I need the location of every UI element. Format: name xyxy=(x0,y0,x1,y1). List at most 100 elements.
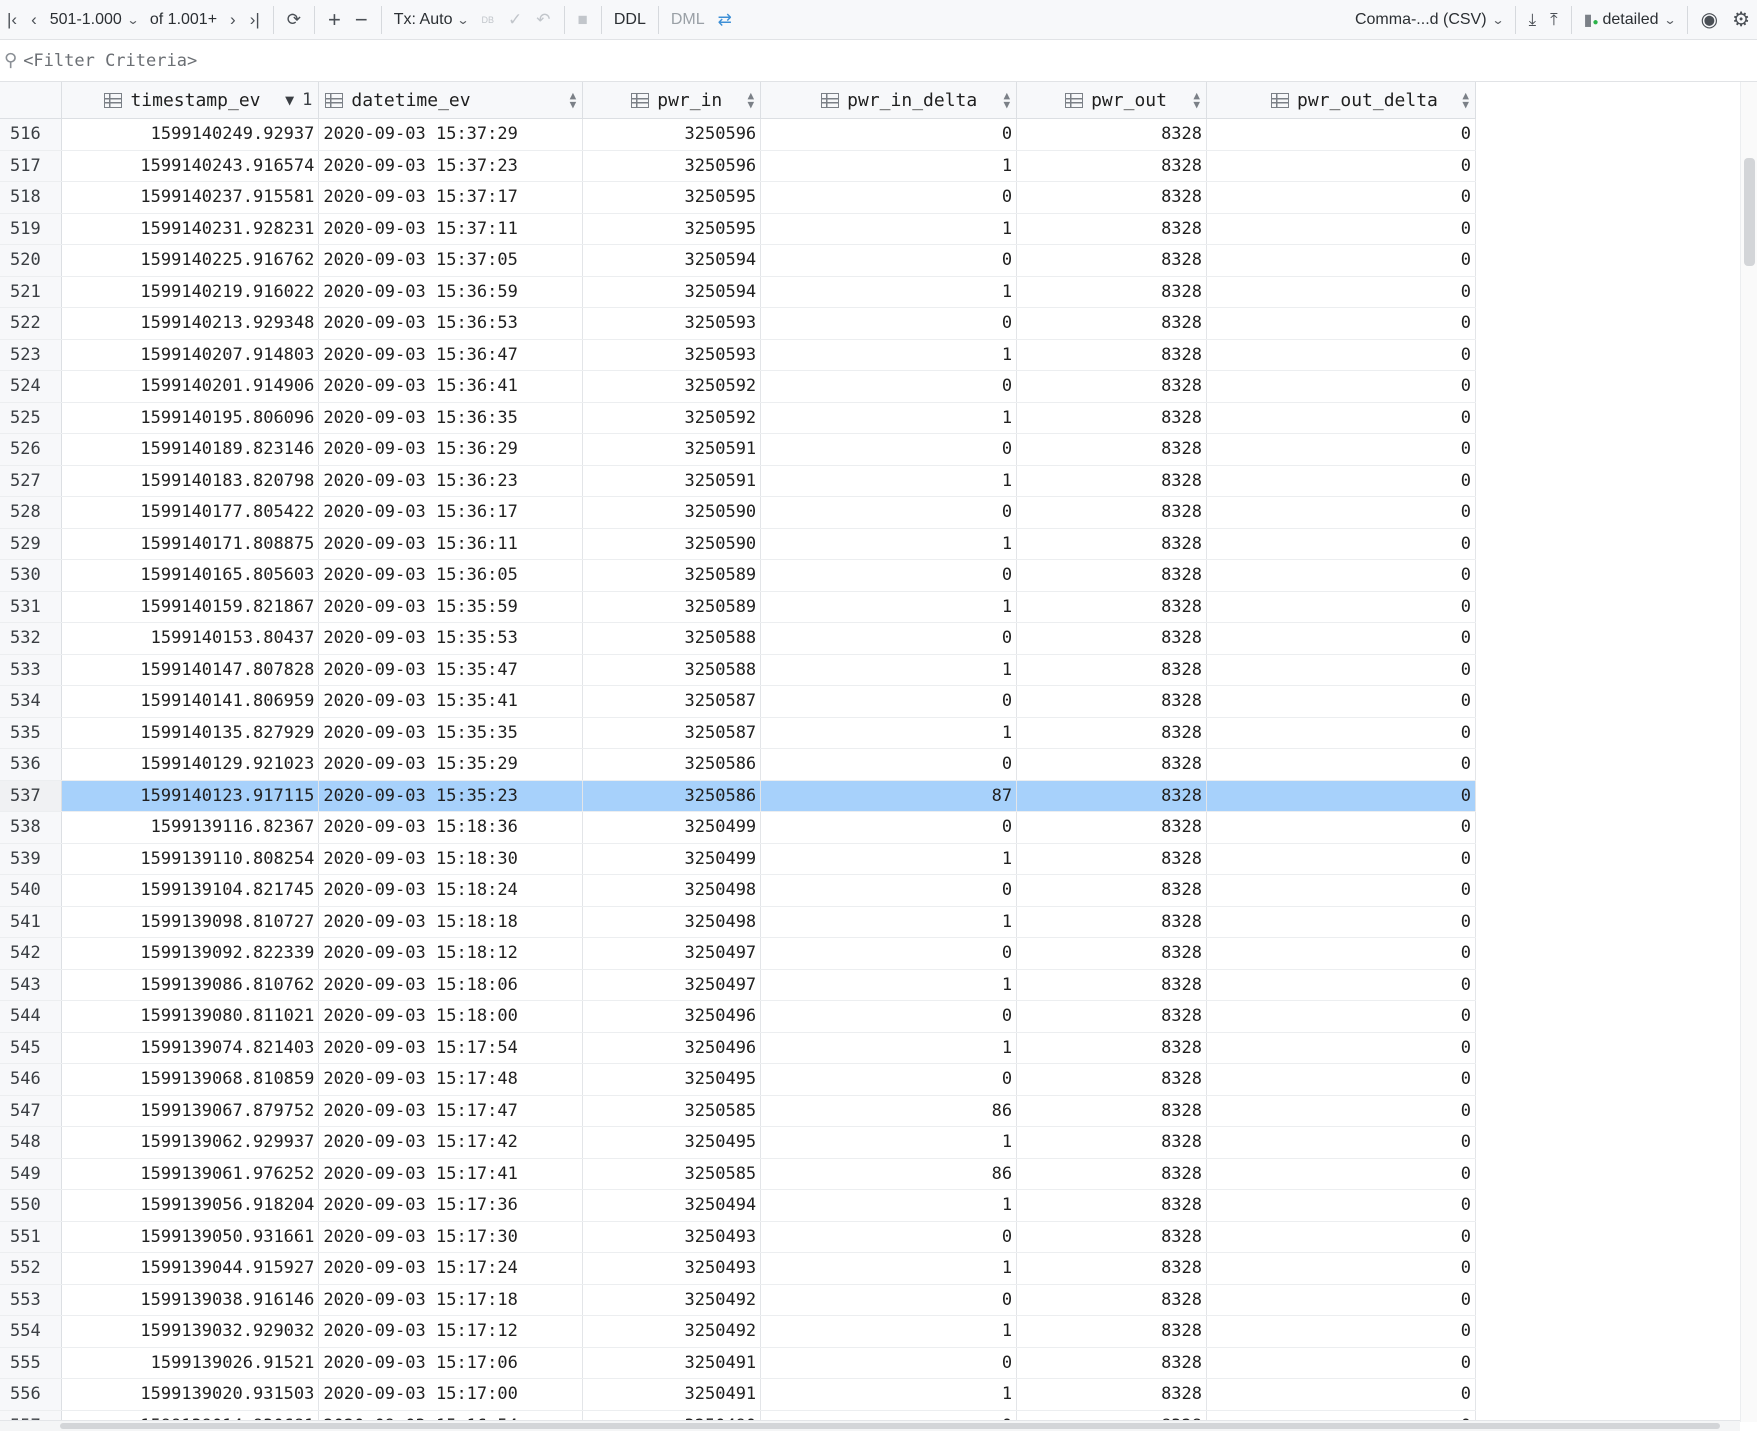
pwr-out-delta-cell[interactable]: 0 xyxy=(1206,1032,1476,1064)
pwr-out-cell[interactable]: 8328 xyxy=(1016,1378,1208,1411)
timestamp-ev-cell[interactable]: 1599139056.918204 xyxy=(61,1189,320,1222)
pwr-in-delta-cell[interactable]: 1 xyxy=(760,213,1018,245)
pwr-in-cell[interactable]: 3250591 xyxy=(582,465,762,497)
pwr-out-cell[interactable]: 8328 xyxy=(1016,906,1208,938)
timestamp-ev-cell[interactable]: 1599140141.806959 xyxy=(61,685,320,718)
pwr-in-delta-cell[interactable]: 0 xyxy=(760,748,1018,781)
pwr-in-cell[interactable]: 3250492 xyxy=(582,1284,762,1316)
pwr-in-delta-cell[interactable]: 0 xyxy=(760,181,1018,214)
pwr-out-cell[interactable]: 8328 xyxy=(1016,1126,1208,1159)
datetime-ev-cell[interactable]: 2020-09-03 15:35:47 xyxy=(318,654,584,686)
pwr-out-cell[interactable]: 8328 xyxy=(1016,402,1208,434)
pwr-out-cell[interactable]: 8328 xyxy=(1016,1158,1208,1190)
pwr-in-cell[interactable]: 3250588 xyxy=(582,654,762,686)
filter-input[interactable]: <Filter Criteria> xyxy=(23,51,197,71)
pwr-out-delta-cell[interactable]: 0 xyxy=(1206,213,1476,245)
pwr-in-cell[interactable]: 3250590 xyxy=(582,496,762,529)
db-submit-icon[interactable]: DB xyxy=(475,0,502,40)
pwr-in-cell[interactable]: 3250596 xyxy=(582,118,762,151)
pwr-in-cell[interactable]: 3250497 xyxy=(582,969,762,1001)
pwr-in-cell[interactable]: 3250593 xyxy=(582,307,762,340)
table-row[interactable]: 530 1599140165.805603 2020-09-03 15:36:05 3… xyxy=(0,559,1476,592)
pwr-out-cell[interactable]: 8328 xyxy=(1016,1284,1208,1316)
datetime-ev-cell[interactable]: 2020-09-03 15:35:29 xyxy=(318,748,584,781)
pwr-in-delta-cell[interactable]: 1 xyxy=(760,1189,1018,1222)
sort-toggle-icon[interactable]: ▲ ▼ xyxy=(1003,90,1010,110)
datetime-ev-cell[interactable]: 2020-09-03 15:18:06 xyxy=(318,969,584,1001)
pwr-out-delta-cell[interactable]: 0 xyxy=(1206,1378,1476,1411)
pwr-in-cell[interactable]: 3250585 xyxy=(582,1158,762,1190)
pwr-out-delta-cell[interactable]: 0 xyxy=(1206,276,1476,308)
table-row[interactable]: 526 1599140189.823146 2020-09-03 15:36:29 3… xyxy=(0,433,1476,466)
pwr-in-delta-cell[interactable]: 0 xyxy=(760,811,1018,844)
pwr-out-delta-cell[interactable]: 0 xyxy=(1206,843,1476,875)
timestamp-ev-cell[interactable]: 1599139020.931503 xyxy=(61,1378,320,1411)
pwr-out-delta-cell[interactable]: 0 xyxy=(1206,496,1476,529)
pwr-in-cell[interactable]: 3250492 xyxy=(582,1315,762,1348)
pwr-in-delta-cell[interactable]: 0 xyxy=(760,1347,1018,1379)
datetime-ev-cell[interactable]: 2020-09-03 15:36:29 xyxy=(318,433,584,466)
pwr-in-cell[interactable]: 3250589 xyxy=(582,591,762,623)
timestamp-ev-cell[interactable]: 1599140249.92937 xyxy=(61,118,320,151)
timestamp-ev-cell[interactable]: 1599140243.916574 xyxy=(61,150,320,182)
pwr-out-cell[interactable]: 8328 xyxy=(1016,1252,1208,1285)
datetime-ev-cell[interactable]: 2020-09-03 15:17:41 xyxy=(318,1158,584,1190)
pwr-in-delta-cell[interactable]: 1 xyxy=(760,654,1018,686)
pwr-out-cell[interactable]: 8328 xyxy=(1016,811,1208,844)
pwr-in-cell[interactable]: 3250498 xyxy=(582,906,762,938)
pwr-in-delta-cell[interactable]: 1 xyxy=(760,276,1018,308)
datetime-ev-cell[interactable]: 2020-09-03 15:36:17 xyxy=(318,496,584,529)
pwr-out-cell[interactable]: 8328 xyxy=(1016,1189,1208,1222)
table-row[interactable]: 551 1599139050.931661 2020-09-03 15:17:30 3… xyxy=(0,1221,1476,1253)
sort-toggle-icon[interactable]: ▲ ▼ xyxy=(1193,90,1200,110)
pwr-in-cell[interactable]: 3250594 xyxy=(582,276,762,308)
first-page-icon[interactable]: |‹ xyxy=(0,0,24,40)
pwr-out-delta-cell[interactable]: 0 xyxy=(1206,1126,1476,1159)
timestamp-ev-cell[interactable]: 1599139080.811021 xyxy=(61,1000,320,1033)
pwr-in-delta-cell[interactable]: 1 xyxy=(760,1032,1018,1064)
download-icon[interactable]: ⤓ xyxy=(1522,0,1544,40)
table-row[interactable]: 523 1599140207.914803 2020-09-03 15:36:47 3… xyxy=(0,339,1476,371)
pwr-in-cell[interactable]: 3250587 xyxy=(582,717,762,749)
datetime-ev-cell[interactable]: 2020-09-03 15:17:48 xyxy=(318,1063,584,1096)
pwr-out-cell[interactable]: 8328 xyxy=(1016,748,1208,781)
pwr-out-delta-cell[interactable]: 0 xyxy=(1206,906,1476,938)
table-row[interactable]: 536 1599140129.921023 2020-09-03 15:35:29 3… xyxy=(0,748,1476,781)
datetime-ev-cell[interactable]: 2020-09-03 15:36:47 xyxy=(318,339,584,371)
pwr-in-cell[interactable]: 3250494 xyxy=(582,1189,762,1222)
datetime-ev-cell[interactable]: 2020-09-03 15:36:23 xyxy=(318,465,584,497)
table-row[interactable]: 520 1599140225.916762 2020-09-03 15:37:05 3… xyxy=(0,244,1476,277)
pwr-in-cell[interactable]: 3250593 xyxy=(582,339,762,371)
pwr-in-cell[interactable]: 3250493 xyxy=(582,1221,762,1253)
last-page-icon[interactable]: ›| xyxy=(243,0,267,40)
pwr-in-delta-cell[interactable]: 0 xyxy=(760,118,1018,151)
datetime-ev-cell[interactable]: 2020-09-03 15:17:18 xyxy=(318,1284,584,1316)
timestamp-ev-cell[interactable]: 1599139050.931661 xyxy=(61,1221,320,1253)
table-row[interactable]: 550 1599139056.918204 2020-09-03 15:17:36 3… xyxy=(0,1189,1476,1222)
pwr-in-delta-cell[interactable]: 0 xyxy=(760,433,1018,466)
pwr-in-cell[interactable]: 3250495 xyxy=(582,1126,762,1159)
pwr-in-cell[interactable]: 3250491 xyxy=(582,1378,762,1411)
timestamp-ev-cell[interactable]: 1599139032.929032 xyxy=(61,1315,320,1348)
pwr-in-delta-cell[interactable]: 1 xyxy=(760,969,1018,1001)
pwr-out-delta-cell[interactable]: 0 xyxy=(1206,433,1476,466)
pwr-out-cell[interactable]: 8328 xyxy=(1016,244,1208,277)
datetime-ev-cell[interactable]: 2020-09-03 15:35:53 xyxy=(318,622,584,655)
pwr-in-cell[interactable]: 3250495 xyxy=(582,1063,762,1096)
pwr-out-delta-cell[interactable]: 0 xyxy=(1206,150,1476,182)
pwr-in-delta-cell[interactable]: 1 xyxy=(760,528,1018,560)
pwr-out-delta-cell[interactable]: 0 xyxy=(1206,1158,1476,1190)
table-row[interactable]: 540 1599139104.821745 2020-09-03 15:18:24 3… xyxy=(0,874,1476,907)
timestamp-ev-cell[interactable]: 1599139068.810859 xyxy=(61,1063,320,1096)
table-row[interactable]: 527 1599140183.820798 2020-09-03 15:36:23 3… xyxy=(0,465,1476,497)
pwr-out-cell[interactable]: 8328 xyxy=(1016,528,1208,560)
pwr-out-delta-cell[interactable]: 0 xyxy=(1206,402,1476,434)
page-range-dropdown[interactable]: 501-1.000 ⌄ xyxy=(44,0,144,40)
pwr-out-delta-cell[interactable]: 0 xyxy=(1206,969,1476,1001)
table-row[interactable]: 553 1599139038.916146 2020-09-03 15:17:18 3… xyxy=(0,1284,1476,1316)
pwr-out-cell[interactable]: 8328 xyxy=(1016,118,1208,151)
datetime-ev-cell[interactable]: 2020-09-03 15:17:24 xyxy=(318,1252,584,1285)
datetime-ev-cell[interactable]: 2020-09-03 15:18:30 xyxy=(318,843,584,875)
timestamp-ev-cell[interactable]: 1599140123.917115 xyxy=(61,780,320,812)
pwr-in-delta-cell[interactable]: 1 xyxy=(760,1252,1018,1285)
